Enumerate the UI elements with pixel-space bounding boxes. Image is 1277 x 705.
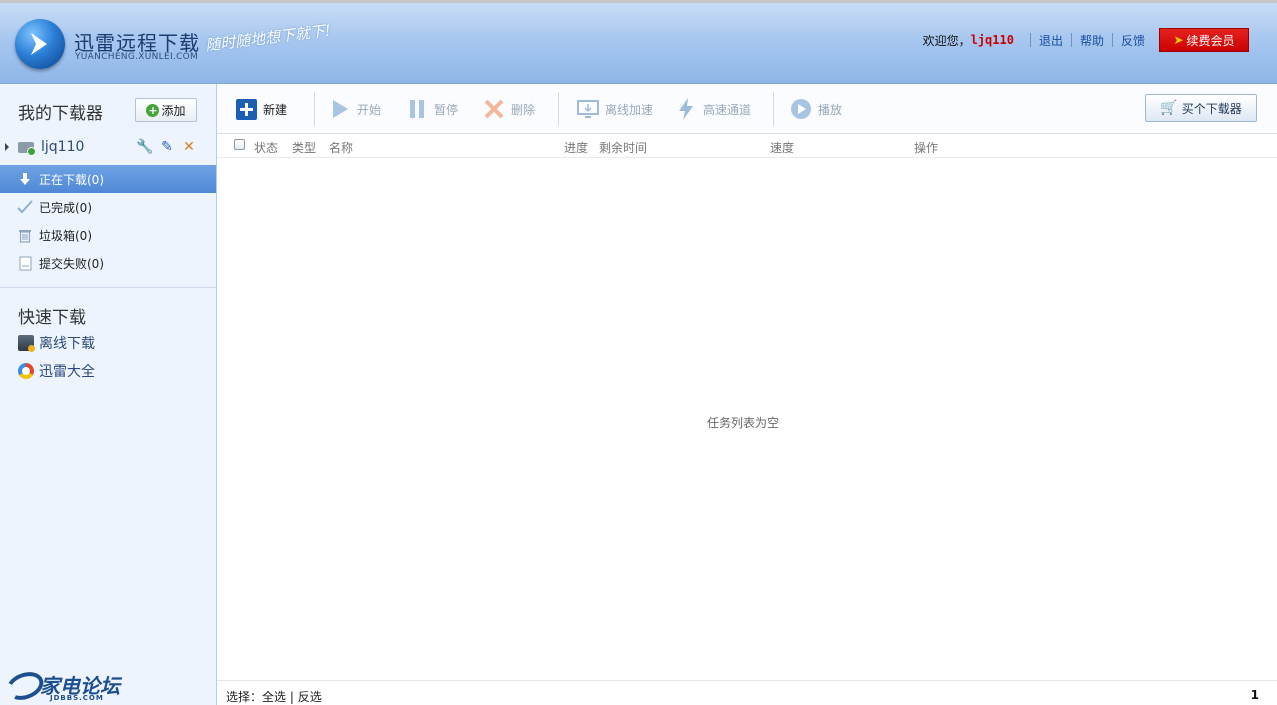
nav-label: 已完成(0): [39, 200, 92, 215]
list-footer: 选择：全选 | 反选 1: [217, 680, 1277, 705]
col-name[interactable]: 名称: [329, 139, 353, 156]
xunlei-logo-icon: [15, 19, 65, 69]
delete-label: 删除: [511, 102, 536, 117]
pause-icon: [406, 98, 428, 120]
nav-trash[interactable]: 垃圾箱(0): [0, 221, 216, 249]
empty-list-message: 任务列表为空: [707, 416, 780, 430]
checkmark-icon: [17, 199, 33, 215]
nav-completed[interactable]: 已完成(0): [0, 193, 216, 221]
selection-controls: 选择：全选 | 反选: [226, 688, 322, 705]
buy-label: 买个下载器: [1181, 101, 1242, 116]
help-link[interactable]: 帮助: [1080, 32, 1104, 49]
jdbbs-watermark-logo: 家电论坛 JDBBS.COM: [2, 667, 120, 705]
play-triangle-icon: [329, 98, 351, 120]
col-speed[interactable]: 速度: [770, 139, 794, 156]
renew-vip-label: 续费会员: [1186, 33, 1235, 48]
nav-label: 正在下载(0): [39, 172, 104, 187]
invert-selection-link[interactable]: 反选: [298, 690, 322, 704]
vip-flag-icon: ➤: [1173, 33, 1184, 47]
select-all-checkbox[interactable]: [234, 139, 245, 150]
divider: [1111, 33, 1113, 47]
xunlei-daquan-icon: [18, 363, 34, 379]
computer-online-icon: [18, 141, 36, 156]
col-type[interactable]: 类型: [292, 139, 316, 156]
offline-accel-label: 离线加速: [605, 102, 654, 117]
new-label: 新建: [263, 102, 288, 117]
nav-label: 提交失败(0): [39, 256, 104, 271]
col-progress[interactable]: 进度: [564, 139, 588, 156]
expand-arrow-icon[interactable]: [5, 143, 9, 151]
col-status[interactable]: 状态: [254, 139, 278, 156]
brand-subtext: JDBBS.COM: [50, 694, 104, 702]
trash-icon: [17, 227, 33, 243]
quick-label: 迅雷大全: [39, 364, 95, 380]
quick-download-title: 快速下载: [18, 308, 86, 328]
quick-label: 离线下载: [39, 336, 95, 352]
remove-x-icon[interactable]: ✕: [182, 139, 196, 155]
sidebar-divider: [0, 287, 216, 288]
jdbbs-swirl-icon: [2, 667, 48, 705]
start-label: 开始: [357, 102, 382, 117]
renew-vip-button[interactable]: ➤ 续费会员: [1159, 28, 1249, 52]
divider: [1029, 33, 1031, 47]
add-label: 添加: [161, 103, 186, 118]
failed-doc-icon: [17, 255, 33, 271]
pause-button[interactable]: 暂停: [406, 95, 458, 123]
divider: |: [286, 690, 298, 704]
device-tools: 🔧 ✎ ✕: [136, 136, 196, 158]
delete-x-icon: [483, 98, 505, 120]
offline-monitor-icon: [577, 98, 599, 120]
edit-pencil-icon[interactable]: ✎: [160, 139, 174, 155]
shopping-cart-icon: 🛒: [1160, 100, 1178, 116]
offline-accel-button[interactable]: 离线加速: [577, 95, 653, 123]
divider: [1070, 33, 1072, 47]
play-circle-icon: [790, 98, 812, 120]
offline-download-icon: [18, 335, 35, 352]
play-button[interactable]: 播放: [790, 95, 842, 123]
task-table-header: 状态 类型 名称 进度 剩余时间 速度 操作: [217, 134, 1277, 158]
offline-download-link[interactable]: 离线下载: [0, 331, 216, 355]
brand-text: 家电论坛: [40, 674, 120, 698]
lightning-icon: [675, 98, 697, 120]
device-item[interactable]: ljq110 🔧 ✎ ✕: [0, 136, 216, 158]
task-list: 任务列表为空: [217, 158, 1277, 680]
toolbar-separator: [558, 92, 559, 126]
toolbar-separator: [773, 92, 774, 126]
sidebar: 我的下载器 + 添加 ljq110 🔧 ✎ ✕ 正在下载(0) 已完成(0) 垃…: [0, 84, 217, 705]
add-downloader-button[interactable]: + 添加: [135, 98, 197, 122]
col-remaining-time[interactable]: 剩余时间: [599, 139, 647, 156]
high-speed-label: 高速通道: [703, 102, 752, 117]
settings-wrench-icon[interactable]: 🔧: [136, 139, 153, 155]
new-plus-icon: [235, 98, 257, 120]
nav-label: 垃圾箱(0): [39, 228, 92, 243]
logout-link[interactable]: 退出: [1039, 32, 1063, 49]
buy-downloader-button[interactable]: 🛒 买个下载器: [1145, 94, 1257, 122]
user-bar: 欢迎您， ljq110 退出 帮助 反馈 ➤ 续费会员: [923, 28, 1249, 52]
toolbar-separator: [314, 92, 315, 126]
xunlei-daquan-link[interactable]: 迅雷大全: [0, 359, 216, 383]
select-label: 选择：: [226, 690, 263, 704]
device-name: ljq110: [41, 139, 85, 155]
col-actions: 操作: [914, 141, 939, 155]
start-button[interactable]: 开始: [329, 95, 381, 123]
app-header: 迅雷远程下载 YUANCHENG.XUNLEI.COM 随时随地想下就下! 欢迎…: [0, 0, 1277, 84]
username: ljq110: [970, 33, 1014, 47]
my-downloaders-title: 我的下载器: [18, 104, 103, 124]
select-all-link[interactable]: 全选: [262, 690, 286, 704]
pause-label: 暂停: [434, 102, 459, 117]
slogan: 随时随地想下就下!: [204, 21, 332, 55]
toolbar: 新建 开始 暂停 删除 离线加速 高速通道 播放 🛒 买个下载器: [217, 84, 1277, 134]
new-task-button[interactable]: 新建: [235, 95, 287, 123]
high-speed-button[interactable]: 高速通道: [675, 95, 751, 123]
feedback-link[interactable]: 反馈: [1121, 32, 1145, 49]
play-label: 播放: [818, 102, 843, 117]
download-arrow-icon: [17, 171, 33, 187]
delete-button[interactable]: 删除: [483, 95, 535, 123]
plus-icon: +: [146, 103, 160, 117]
logo-subtitle: YUANCHENG.XUNLEI.COM: [75, 52, 199, 62]
nav-downloading[interactable]: 正在下载(0): [0, 165, 216, 193]
page-number[interactable]: 1: [1251, 688, 1259, 702]
welcome-text: 欢迎您，: [922, 33, 971, 48]
nav-failed[interactable]: 提交失败(0): [0, 249, 216, 277]
